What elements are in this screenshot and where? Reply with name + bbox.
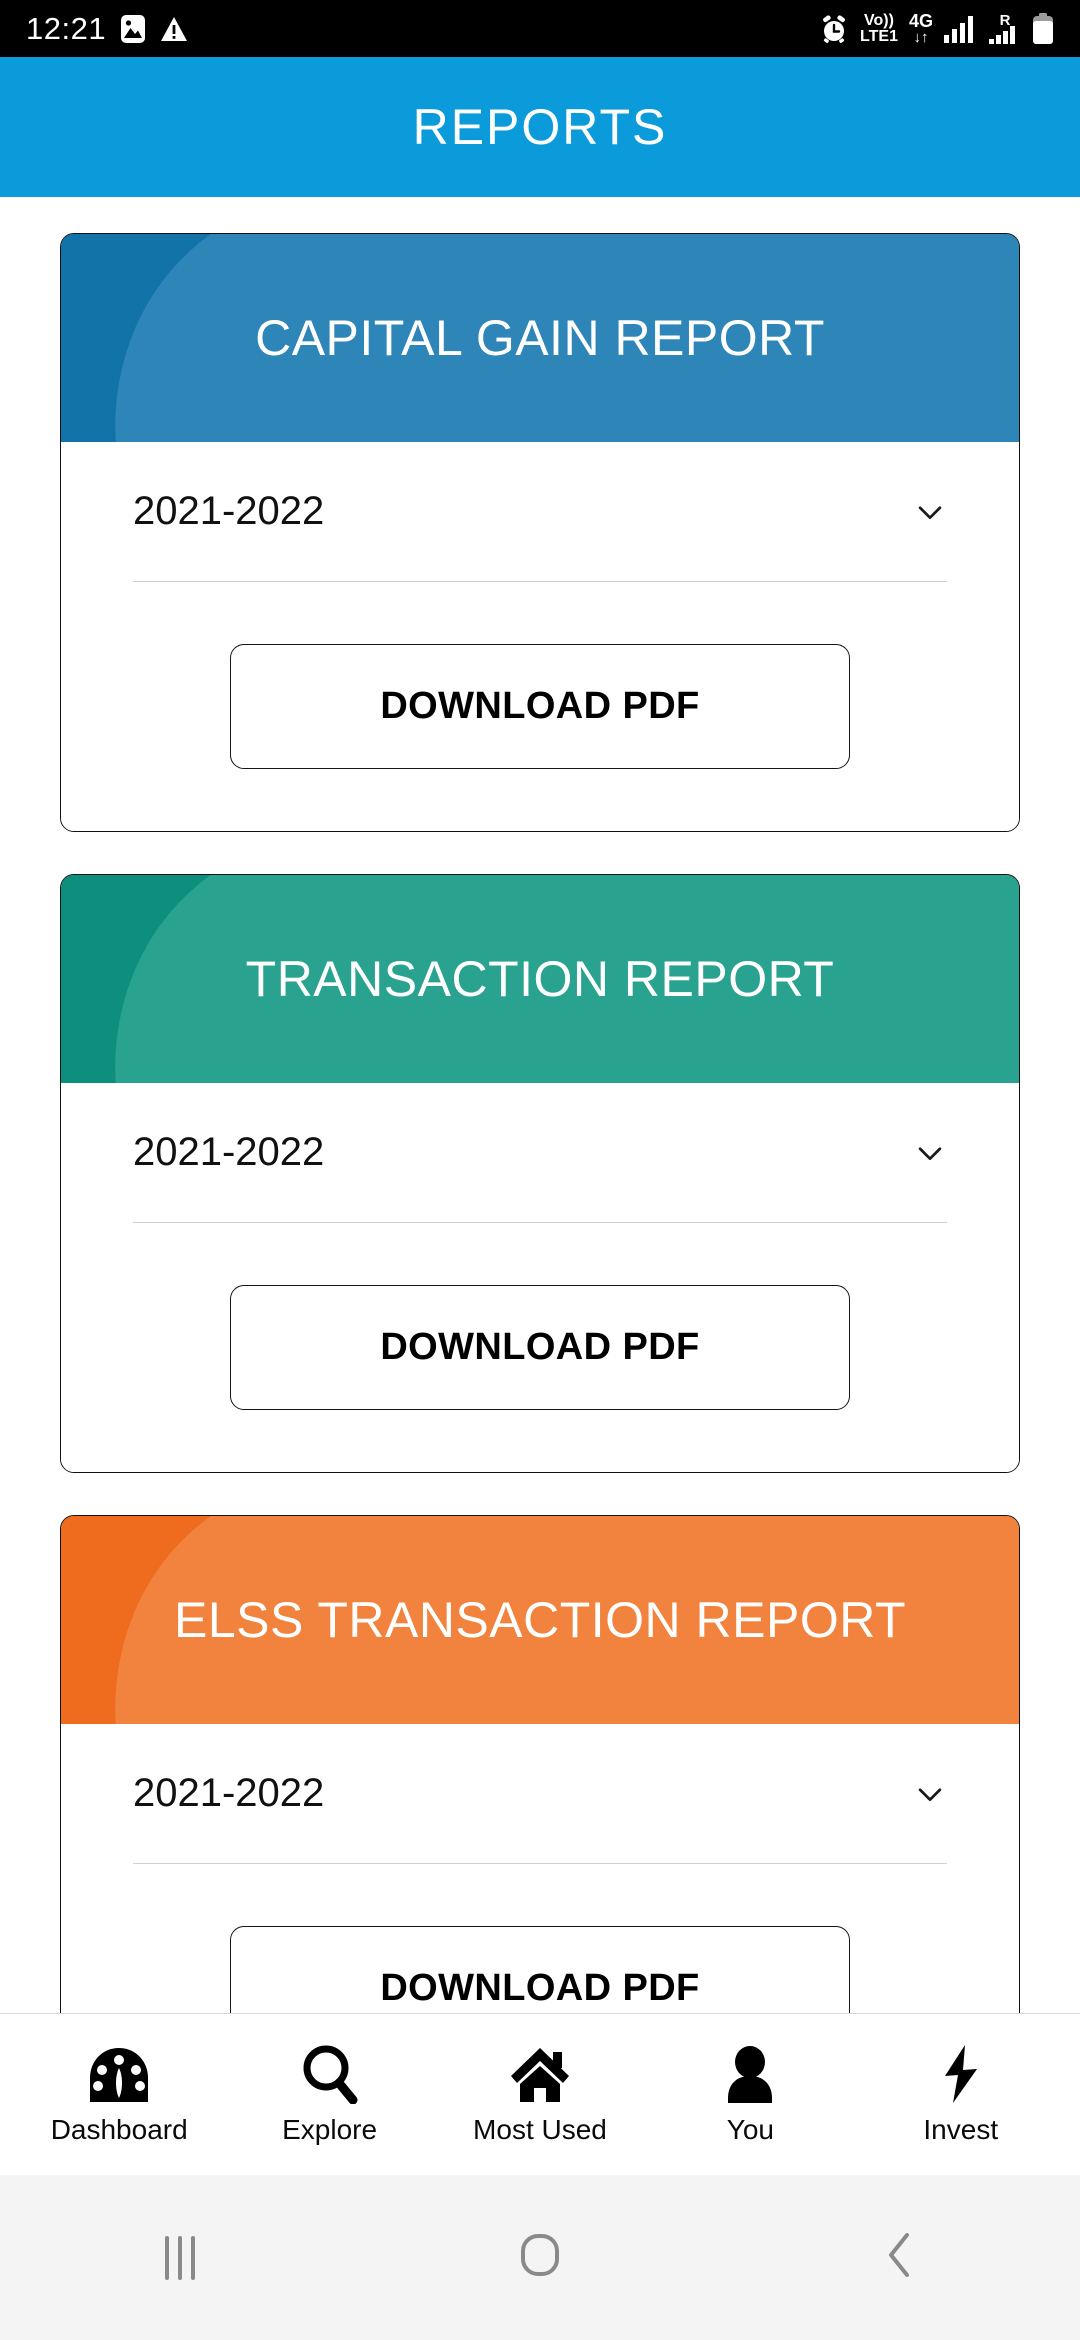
data-arrows-icon: ↓↑: [913, 29, 929, 46]
bottom-navigation-bar: Dashboard Explore Most Used You Invest: [0, 2013, 1080, 2175]
signal-bars-icon: [944, 15, 978, 43]
status-bar-right: Vo)) LTE1 4G ↓↑ R: [819, 12, 1054, 45]
back-chevron-icon: [884, 2232, 916, 2283]
nav-label-most-used: Most Used: [473, 2113, 607, 2145]
app-header: REPORTS: [0, 57, 1080, 197]
warning-triangle-icon: [160, 15, 188, 43]
status-bar-left: 12:21: [26, 13, 188, 44]
nav-item-most-used[interactable]: Most Used: [440, 2044, 640, 2146]
home-icon: [509, 2044, 571, 2104]
download-area-elss: DOWNLOAD PDF: [133, 1864, 947, 2013]
dashboard-gauge-icon: [88, 2044, 150, 2104]
card-body-elss: 2021-2022 DOWNLOAD PDF: [61, 1724, 1019, 2013]
roaming-signal-icon: R: [989, 13, 1021, 44]
home-button[interactable]: [440, 2175, 640, 2340]
card-body-capital-gain: 2021-2022 DOWNLOAD PDF: [61, 442, 1019, 831]
card-title-capital-gain: CAPITAL GAIN REPORT: [255, 310, 825, 366]
search-icon: [301, 2044, 359, 2104]
home-square-icon: [519, 2233, 561, 2282]
year-select-elss[interactable]: 2021-2022: [133, 1724, 947, 1864]
nav-label-explore: Explore: [282, 2113, 378, 2145]
network-type-label: 4G: [908, 11, 933, 31]
image-icon: [120, 14, 146, 44]
volte-line2: LTE1: [860, 27, 898, 45]
chevron-down-icon: [913, 495, 947, 529]
card-body-transaction: 2021-2022 DOWNLOAD PDF: [61, 1083, 1019, 1472]
download-area-capital-gain: DOWNLOAD PDF: [133, 582, 947, 831]
nav-label-you: You: [726, 2113, 774, 2145]
chevron-down-icon: [913, 1136, 947, 1170]
status-bar: 12:21 Vo)) LTE1 4G ↓↑ R: [0, 0, 1080, 57]
back-button[interactable]: [800, 2175, 1000, 2340]
phone-screen: 12:21 Vo)) LTE1 4G ↓↑ R REPORTS CAPITAL …: [0, 0, 1080, 2340]
alarm-icon: [819, 14, 849, 44]
lightning-bolt-icon: [939, 2044, 983, 2104]
battery-icon: [1032, 12, 1054, 45]
card-title-transaction: TRANSACTION REPORT: [245, 951, 835, 1007]
download-area-transaction: DOWNLOAD PDF: [133, 1223, 947, 1472]
volte-indicator: Vo)) LTE1: [860, 11, 898, 45]
nav-item-invest[interactable]: Invest: [861, 2044, 1061, 2146]
card-title-elss: ELSS TRANSACTION REPORT: [173, 1592, 907, 1648]
year-select-value: 2021-2022: [133, 489, 325, 533]
person-icon: [725, 2044, 775, 2104]
nav-label-invest: Invest: [923, 2113, 999, 2145]
year-select-value: 2021-2022: [133, 1130, 325, 1174]
status-bar-clock: 12:21: [26, 11, 107, 46]
volte-line1: Vo)): [864, 11, 894, 29]
card-header-transaction: TRANSACTION REPORT: [61, 875, 1019, 1083]
reports-list[interactable]: CAPITAL GAIN REPORT 2021-2022 DOWNLOAD P…: [0, 197, 1080, 2013]
nav-item-explore[interactable]: Explore: [230, 2044, 430, 2146]
download-pdf-button-elss[interactable]: DOWNLOAD PDF: [230, 1926, 850, 2013]
year-select-capital-gain[interactable]: 2021-2022: [133, 442, 947, 582]
system-navigation-bar: [0, 2175, 1080, 2340]
download-pdf-button-capital-gain[interactable]: DOWNLOAD PDF: [230, 644, 850, 769]
recents-button[interactable]: [80, 2175, 280, 2340]
card-header-capital-gain: CAPITAL GAIN REPORT: [61, 234, 1019, 442]
chevron-down-icon: [913, 1777, 947, 1811]
nav-label-dashboard: Dashboard: [50, 2113, 188, 2145]
card-header-elss: ELSS TRANSACTION REPORT: [61, 1516, 1019, 1724]
year-select-value: 2021-2022: [133, 1771, 325, 1815]
network-indicator: 4G ↓↑: [909, 12, 933, 45]
report-card-capital-gain: CAPITAL GAIN REPORT 2021-2022 DOWNLOAD P…: [60, 233, 1020, 832]
nav-item-you[interactable]: You: [650, 2044, 850, 2146]
recents-icon: [165, 2235, 195, 2280]
year-select-transaction[interactable]: 2021-2022: [133, 1083, 947, 1223]
download-pdf-button-transaction[interactable]: DOWNLOAD PDF: [230, 1285, 850, 1410]
nav-item-dashboard[interactable]: Dashboard: [19, 2044, 219, 2146]
report-card-transaction: TRANSACTION REPORT 2021-2022 DOWNLOAD PD…: [60, 874, 1020, 1473]
report-card-elss-transaction: ELSS TRANSACTION REPORT 2021-2022 DOWNLO…: [60, 1515, 1020, 2013]
page-title: REPORTS: [412, 99, 668, 155]
